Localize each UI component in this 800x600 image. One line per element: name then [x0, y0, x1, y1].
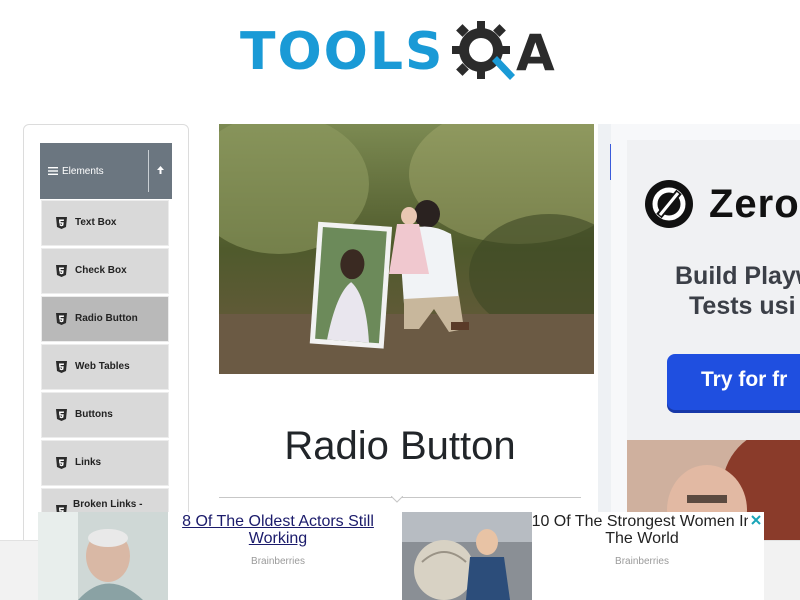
sidebar-item-buttons[interactable]: Buttons [41, 392, 169, 438]
html5-icon [56, 313, 67, 325]
photo-advertisement[interactable] [219, 124, 594, 374]
html5-icon [56, 265, 67, 277]
sidebar-item-label: Broken Links - [73, 499, 143, 510]
sidebar-item-label: Check Box [75, 265, 127, 276]
ad-headline-link[interactable]: 8 Of The Oldest Actors Still Working [178, 513, 378, 548]
html5-icon [56, 361, 67, 373]
html5-icon [56, 217, 67, 229]
sidebar-item-check-box[interactable]: Check Box [41, 248, 169, 294]
html5-icon [56, 409, 67, 421]
gear-magnifier-icon [452, 21, 515, 80]
logo-mark-a: A [516, 24, 555, 82]
family-photo-image [219, 124, 594, 374]
menu-icon [48, 167, 58, 175]
sidebar-item-text-box[interactable]: Text Box [41, 200, 169, 246]
close-icon[interactable] [748, 512, 764, 528]
toolsqa-logo[interactable]: TOOLS A [240, 12, 570, 92]
sidebar-item-links[interactable]: Links [41, 440, 169, 486]
ad-headline-line1: Build Playw [675, 262, 800, 290]
logo-wordmark: TOOLS [240, 22, 445, 82]
ad-source: Brainberries [615, 556, 669, 567]
bottom-advertisement[interactable]: 8 Of The Oldest Actors Still Working Bra… [38, 512, 764, 600]
ad-headline-line2: Tests usi [689, 292, 796, 320]
collapse-up-icon[interactable] [149, 165, 172, 178]
ad-thumbnail[interactable] [38, 512, 168, 600]
caret-down-icon [391, 496, 403, 503]
html5-icon [56, 457, 67, 469]
sidebar-item-label: Web Tables [75, 361, 130, 372]
page-title: Radio Button [284, 424, 516, 468]
right-advertisement[interactable]: Zero Build Playw Tests usi Try for fr [611, 124, 800, 540]
sidebar-item-label: Radio Button [75, 313, 138, 324]
ad-brand-name: Zero [709, 182, 800, 226]
page: TOOLS A Elements Text Box Check Box Radi… [0, 0, 800, 600]
zerostep-logo-icon [645, 180, 693, 228]
ad-source: Brainberries [251, 556, 305, 567]
sidebar-item-label: Links [75, 457, 102, 468]
sidebar-item-web-tables[interactable]: Web Tables [41, 344, 169, 390]
sidebar-item-label: Text Box [75, 217, 117, 228]
elements-group-header[interactable]: Elements [40, 143, 172, 199]
ad-headline[interactable]: 10 Of The Strongest Women In The World [530, 513, 754, 548]
group-header-label: Elements [62, 165, 104, 177]
ad-thumbnail[interactable] [402, 512, 532, 600]
sidebar-item-radio-button[interactable]: Radio Button [41, 296, 169, 342]
sidebar-item-label: Buttons [75, 409, 113, 420]
ad-cta-button[interactable]: Try for fr [667, 354, 800, 410]
